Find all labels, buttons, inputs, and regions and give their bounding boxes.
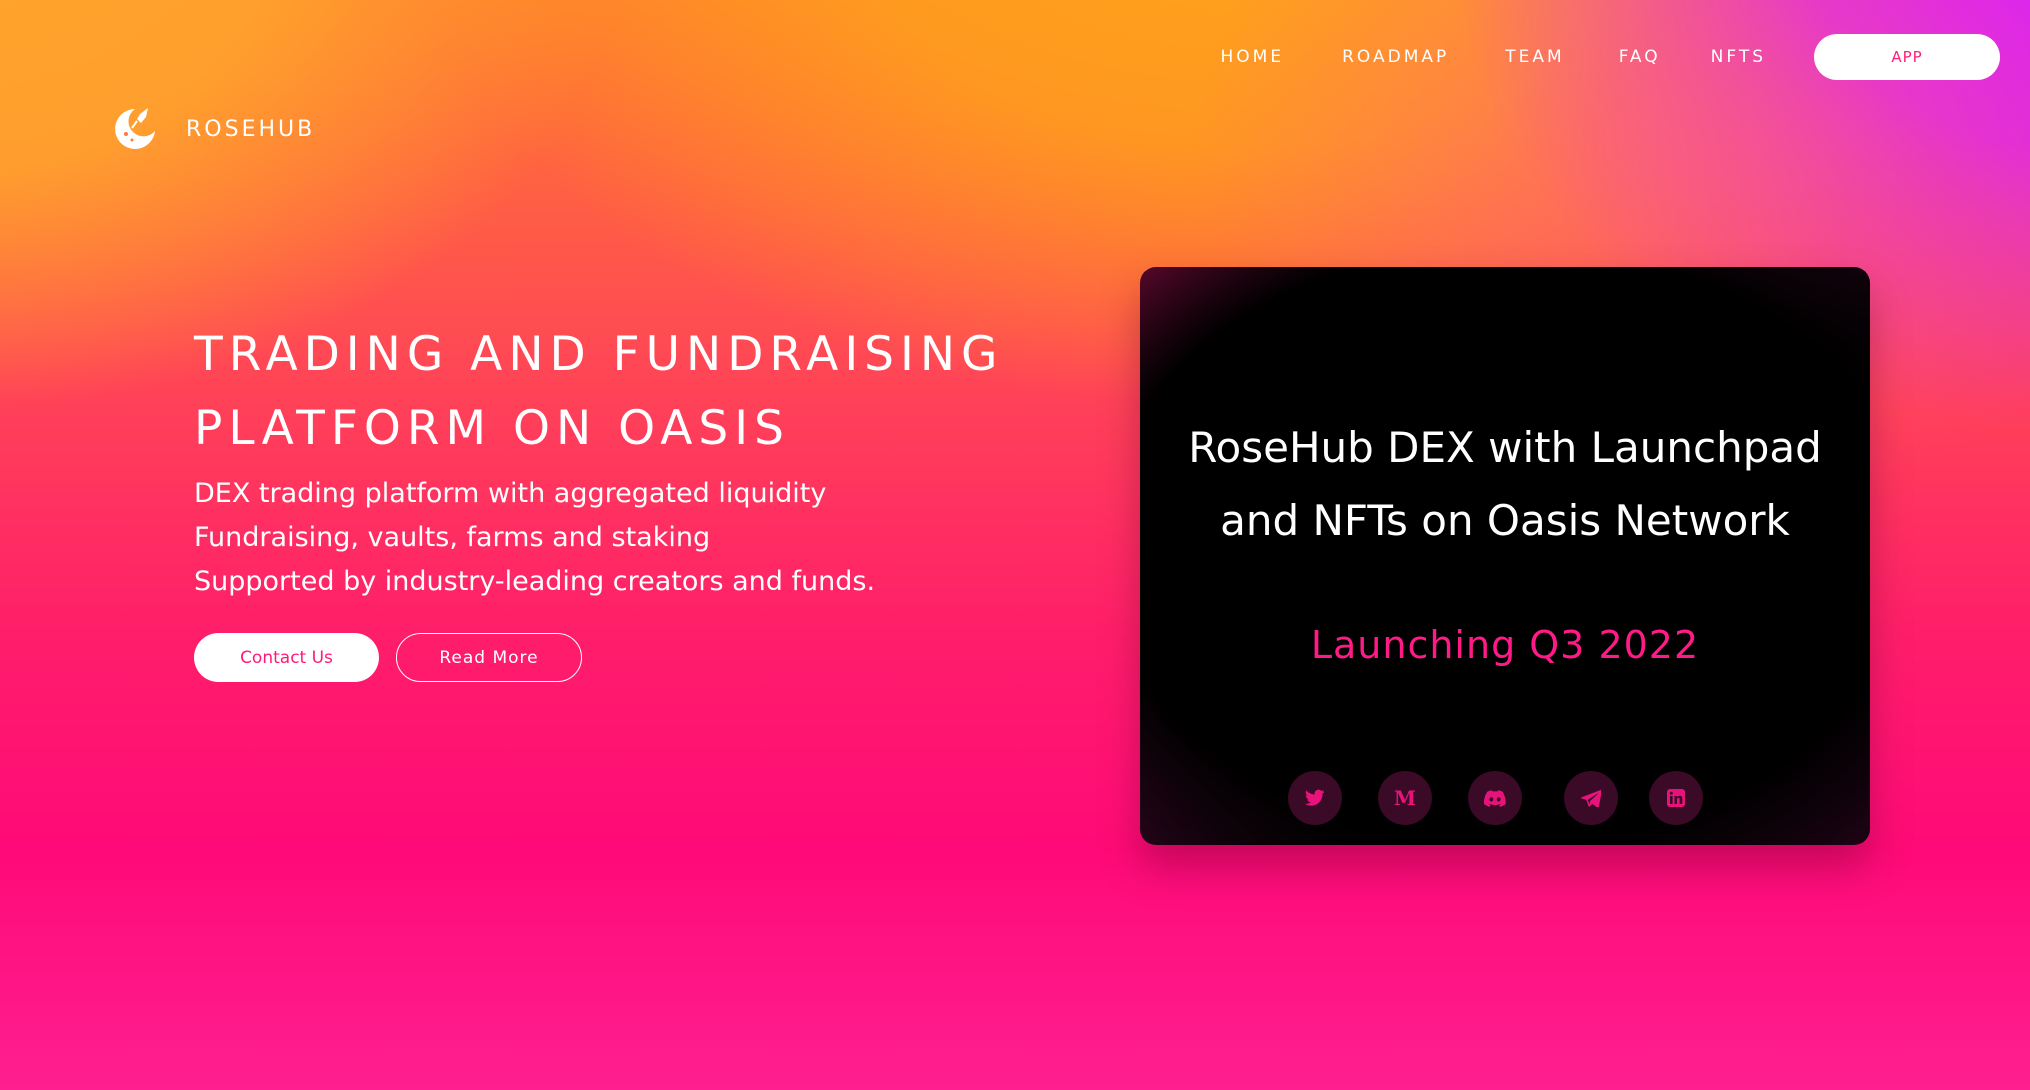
card-title: RoseHub DEX with Launchpad and NFTs on O… xyxy=(1140,411,1870,557)
hero-subtitle-line-1: DEX trading platform with aggregated liq… xyxy=(194,478,827,509)
card-title-line-1: RoseHub DEX with Launchpad xyxy=(1188,423,1822,472)
nav-home[interactable]: HOME xyxy=(1221,47,1285,67)
linkedin-link[interactable] xyxy=(1649,771,1703,825)
hero-subtitle-line-3: Supported by industry-leading creators a… xyxy=(194,566,876,597)
discord-icon xyxy=(1484,789,1506,807)
telegram-icon xyxy=(1581,789,1601,807)
medium-icon: M xyxy=(1393,786,1417,810)
telegram-link[interactable] xyxy=(1564,771,1618,825)
main-nav: HOME ROADMAP TEAM FAQ NFTS APP xyxy=(1221,34,2000,80)
hero-title: TRADING AND FUNDRAISING PLATFORM ON OASI… xyxy=(194,318,1003,466)
twitter-icon xyxy=(1305,789,1325,806)
launch-card: RoseHub DEX with Launchpad and NFTs on O… xyxy=(1140,267,1870,845)
hero-title-line-2: PLATFORM ON OASIS xyxy=(194,401,790,456)
brand-name: ROSEHUB xyxy=(186,116,316,142)
nav-faq[interactable]: FAQ xyxy=(1619,47,1661,67)
discord-link[interactable] xyxy=(1468,771,1522,825)
rocket-moon-icon xyxy=(115,108,155,149)
nav-roadmap[interactable]: ROADMAP xyxy=(1342,47,1449,67)
twitter-link[interactable] xyxy=(1288,771,1342,825)
hero-subtitle: DEX trading platform with aggregated liq… xyxy=(194,472,875,604)
card-title-line-2: and NFTs on Oasis Network xyxy=(1220,496,1790,545)
nav-nfts[interactable]: NFTS xyxy=(1711,47,1766,67)
social-links: M xyxy=(1288,771,1728,825)
read-more-button[interactable]: Read More xyxy=(396,633,582,682)
hero-title-line-1: TRADING AND FUNDRAISING xyxy=(194,327,1004,382)
contact-us-button[interactable]: Contact Us xyxy=(194,633,379,682)
linkedin-icon xyxy=(1667,789,1685,807)
hero-actions: Contact Us Read More xyxy=(194,633,582,682)
brand-logo[interactable]: ROSEHUB xyxy=(110,104,315,154)
app-button[interactable]: APP xyxy=(1814,34,2000,80)
hero-subtitle-line-2: Fundraising, vaults, farms and staking xyxy=(194,522,711,553)
launch-date-text: Launching Q3 2022 xyxy=(1310,623,1700,667)
nav-team[interactable]: TEAM xyxy=(1505,47,1564,67)
medium-link[interactable]: M xyxy=(1378,771,1432,825)
